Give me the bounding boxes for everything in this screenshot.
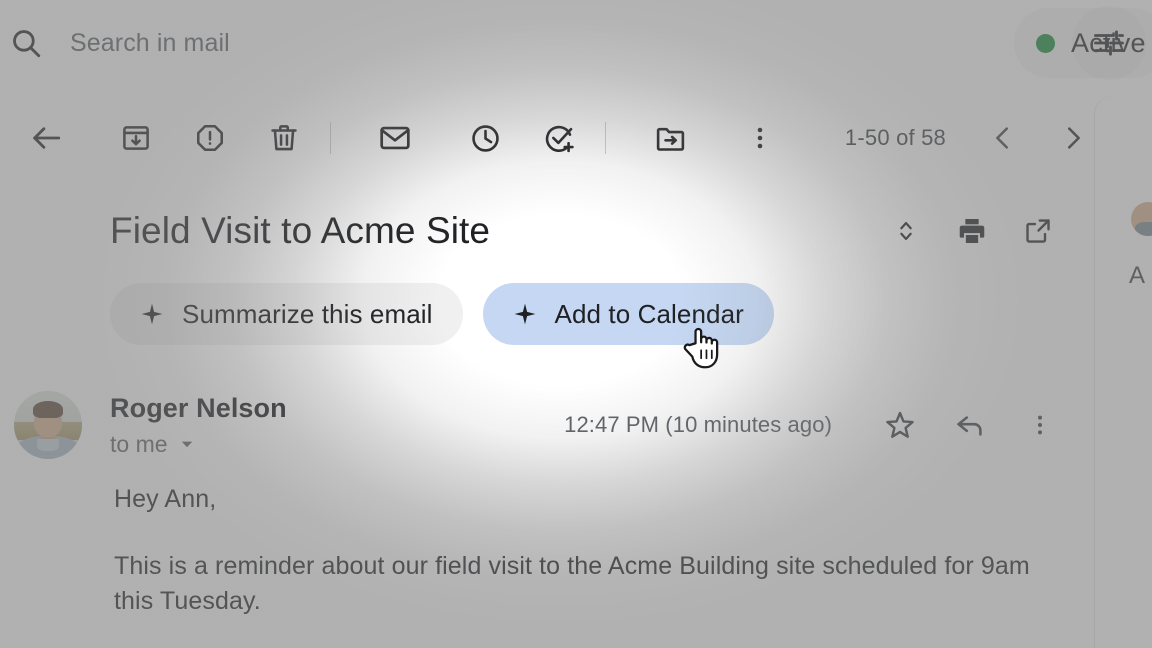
toolbar-divider-1 <box>330 122 331 154</box>
pagination-count: 1-50 of 58 <box>844 125 946 150</box>
chip-label: Add to Calendar <box>554 298 744 329</box>
page-title: Field Visit to Acme Site <box>110 210 491 251</box>
chip-summarize-this-email[interactable]: Summarize this email <box>110 283 463 345</box>
reply-arrow-icon[interactable] <box>944 399 996 451</box>
expand-collapse-icon[interactable] <box>880 205 932 257</box>
app-window: Active <box>0 0 1152 648</box>
status-label: Active <box>1071 27 1146 58</box>
ai-action-chips: Summarize this email Add to Calendar <box>110 283 774 345</box>
message-meta: 12:47 PM (10 minutes ago) <box>564 399 1080 451</box>
more-options-button[interactable] <box>732 110 788 166</box>
status-dot-icon <box>1036 33 1055 53</box>
message-header: Roger Nelson to me 12:47 PM (10 minutes … <box>0 385 1080 465</box>
search-input[interactable] <box>70 28 1072 58</box>
move-to-folder-button[interactable] <box>642 110 698 166</box>
back-button[interactable] <box>18 110 74 166</box>
body-greeting: Hey Ann, <box>114 485 217 513</box>
subject-row: Field Visit to Acme Site <box>0 196 1080 266</box>
add-to-tasks-button[interactable] <box>531 110 587 166</box>
chip-add-to-calendar[interactable]: Add to Calendar <box>482 283 774 345</box>
message-timestamp: 12:47 PM (10 minutes ago) <box>564 412 832 437</box>
mark-unread-button[interactable] <box>367 110 423 166</box>
side-panel-avatar[interactable] <box>1131 202 1152 236</box>
toolbar-divider-2 <box>605 122 606 154</box>
message-more-options-button[interactable] <box>1014 399 1066 451</box>
message-actions <box>874 399 1080 451</box>
avatar[interactable] <box>14 391 82 459</box>
chip-label: Summarize this email <box>182 298 433 329</box>
message-body: Hey Ann, This is a reminder about our fi… <box>114 482 1054 619</box>
side-panel-letter: A <box>1129 262 1146 289</box>
report-spam-button[interactable] <box>182 110 238 166</box>
body-paragraph: This is a reminder about our field visit… <box>114 552 1030 615</box>
archive-button[interactable] <box>108 110 164 166</box>
recipient-row[interactable]: to me <box>110 431 287 458</box>
sender-name: Roger Nelson <box>110 393 287 424</box>
caret-down-icon[interactable] <box>178 435 196 453</box>
sparkle-icon <box>140 302 164 326</box>
star-outline-icon[interactable] <box>874 399 926 451</box>
status-badge[interactable]: Active <box>1014 8 1152 78</box>
delete-button[interactable] <box>256 110 312 166</box>
next-page-button[interactable] <box>1046 111 1100 165</box>
previous-page-button[interactable] <box>976 111 1030 165</box>
snooze-button[interactable] <box>457 110 513 166</box>
recipient-label: to me <box>110 430 168 457</box>
sparkle-icon <box>513 302 537 326</box>
search-icon[interactable] <box>2 19 50 67</box>
sender-info: Roger Nelson to me <box>110 392 287 457</box>
subject-actions <box>880 205 1080 257</box>
side-panel[interactable]: A <box>1094 96 1152 648</box>
message-toolbar: 1-50 of 58 <box>0 96 1100 180</box>
gmail-reading-pane: Active <box>0 0 1152 648</box>
search-bar <box>0 0 1152 86</box>
open-in-new-icon[interactable] <box>1012 205 1064 257</box>
print-icon[interactable] <box>946 205 998 257</box>
